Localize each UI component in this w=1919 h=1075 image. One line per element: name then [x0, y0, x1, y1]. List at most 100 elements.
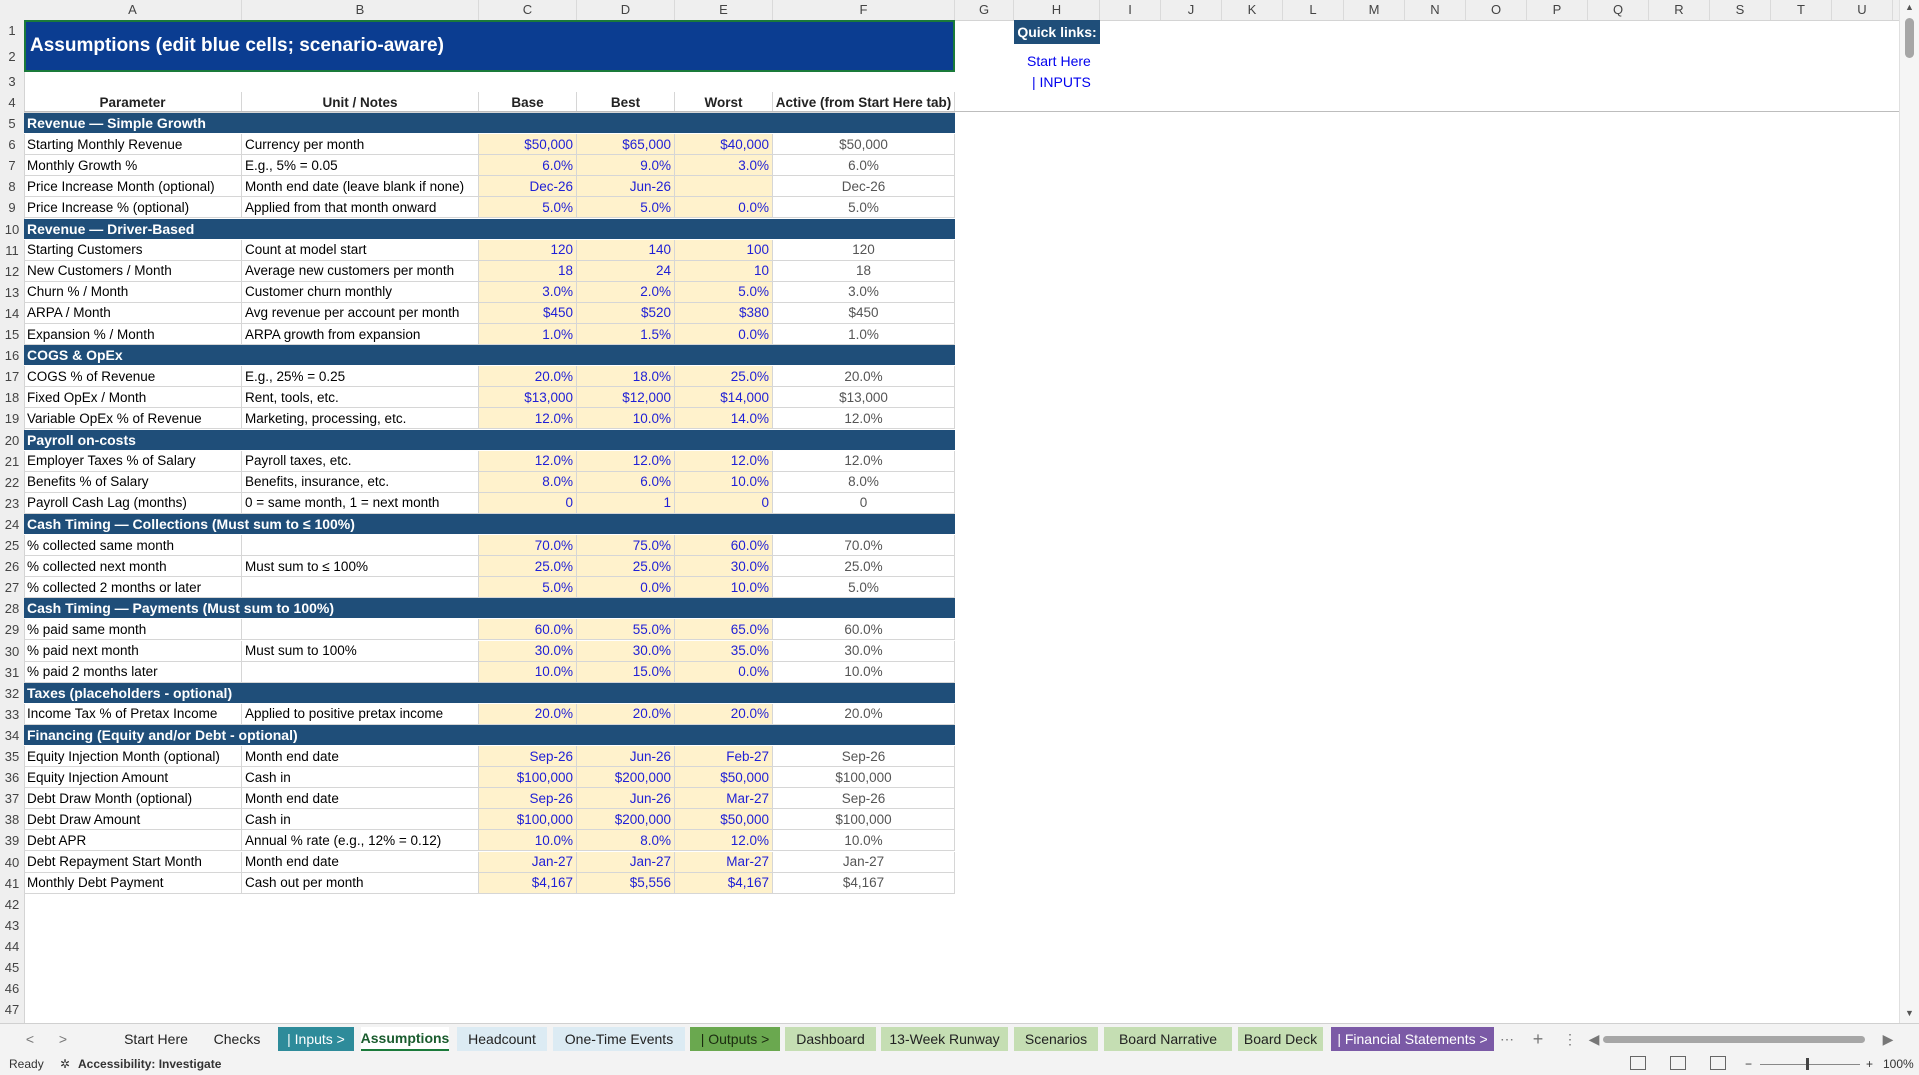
base-input-cell[interactable]: 8.0%: [479, 471, 577, 493]
unit-notes-cell[interactable]: Rent, tools, etc.: [242, 387, 479, 409]
parameter-cell[interactable]: Churn % / Month: [24, 281, 242, 303]
header-base[interactable]: Base: [479, 92, 577, 113]
active-value-cell[interactable]: $4,167: [773, 872, 955, 894]
active-value-cell[interactable]: 3.0%: [773, 281, 955, 303]
row-header[interactable]: 17: [0, 366, 24, 387]
parameter-cell[interactable]: COGS % of Revenue: [24, 366, 242, 388]
worst-input-cell[interactable]: Mar-27: [675, 788, 773, 810]
parameter-cell[interactable]: % paid 2 months later: [24, 661, 242, 683]
worst-input-cell[interactable]: $50,000: [675, 767, 773, 789]
unit-notes-cell[interactable]: Month end date (leave blank if none): [242, 176, 479, 198]
best-input-cell[interactable]: $200,000: [577, 767, 675, 789]
best-input-cell[interactable]: 25.0%: [577, 556, 675, 578]
worst-input-cell[interactable]: $40,000: [675, 134, 773, 156]
row-header[interactable]: 19: [0, 408, 24, 429]
page-break-preview-icon[interactable]: [1710, 1056, 1726, 1070]
base-input-cell[interactable]: $100,000: [479, 809, 577, 831]
base-input-cell[interactable]: 0: [479, 492, 577, 514]
worst-input-cell[interactable]: Mar-27: [675, 851, 773, 873]
best-input-cell[interactable]: Jun-26: [577, 176, 675, 198]
unit-notes-cell[interactable]: Benefits, insurance, etc.: [242, 471, 479, 493]
base-input-cell[interactable]: 20.0%: [479, 703, 577, 725]
base-input-cell[interactable]: Sep-26: [479, 788, 577, 810]
tab-financial-statements[interactable]: | Financial Statements >: [1331, 1027, 1494, 1051]
section-title[interactable]: Taxes (placeholders - optional): [24, 682, 955, 704]
row-header[interactable]: 28: [0, 598, 24, 619]
row-header[interactable]: 22: [0, 472, 24, 493]
active-value-cell[interactable]: 5.0%: [773, 197, 955, 219]
zoom-out-icon[interactable]: −: [1745, 1057, 1752, 1071]
active-value-cell[interactable]: Dec-26: [773, 176, 955, 198]
hscroll-right-icon[interactable]: ▶: [1880, 1029, 1896, 1049]
best-input-cell[interactable]: 12.0%: [577, 450, 675, 472]
zoom-slider[interactable]: [1760, 1064, 1860, 1065]
scroll-down-icon[interactable]: ▼: [1904, 1008, 1915, 1019]
active-value-cell[interactable]: Sep-26: [773, 746, 955, 768]
parameter-cell[interactable]: Variable OpEx % of Revenue: [24, 408, 242, 430]
row-header[interactable]: 29: [0, 619, 24, 640]
tab-checks[interactable]: Checks: [202, 1027, 272, 1051]
row-header[interactable]: 32: [0, 683, 24, 704]
tab-inputs[interactable]: | Inputs >: [278, 1027, 354, 1051]
best-input-cell[interactable]: 1: [577, 492, 675, 514]
best-input-cell[interactable]: 1.5%: [577, 324, 675, 346]
worst-input-cell[interactable]: 100: [675, 239, 773, 261]
cell-grid[interactable]: Parameter Unit / Notes Base Best Worst Active…: [24, 20, 1900, 1023]
header-parameter[interactable]: Parameter: [24, 92, 242, 113]
worst-input-cell[interactable]: 0.0%: [675, 197, 773, 219]
tab-13-week-runway[interactable]: 13-Week Runway: [881, 1027, 1008, 1051]
unit-notes-cell[interactable]: Month end date: [242, 851, 479, 873]
hscroll-left-icon[interactable]: ◀: [1586, 1029, 1602, 1049]
unit-notes-cell[interactable]: Avg revenue per account per month: [242, 302, 479, 324]
row-header[interactable]: 13: [0, 282, 24, 303]
row-header[interactable]: 18: [0, 387, 24, 408]
column-header-h[interactable]: H: [1014, 0, 1100, 20]
parameter-cell[interactable]: Monthly Growth %: [24, 155, 242, 177]
vertical-scroll-thumb[interactable]: [1905, 18, 1914, 58]
row-header[interactable]: 8: [0, 176, 24, 197]
active-value-cell[interactable]: 10.0%: [773, 830, 955, 852]
best-input-cell[interactable]: Jan-27: [577, 851, 675, 873]
column-header-c[interactable]: C: [479, 0, 577, 20]
row-header[interactable]: 33: [0, 704, 24, 725]
unit-notes-cell[interactable]: [242, 535, 479, 557]
row-header[interactable]: 44: [0, 936, 24, 957]
row-header[interactable]: 14: [0, 303, 24, 324]
worst-input-cell[interactable]: 20.0%: [675, 703, 773, 725]
column-header-k[interactable]: K: [1222, 0, 1283, 20]
base-input-cell[interactable]: 25.0%: [479, 556, 577, 578]
unit-notes-cell[interactable]: Marketing, processing, etc.: [242, 408, 479, 430]
tab-board-narrative[interactable]: Board Narrative: [1104, 1027, 1232, 1051]
base-input-cell[interactable]: $450: [479, 302, 577, 324]
worst-input-cell[interactable]: 3.0%: [675, 155, 773, 177]
parameter-cell[interactable]: Price Increase Month (optional): [24, 176, 242, 198]
row-header[interactable]: 38: [0, 809, 24, 830]
active-value-cell[interactable]: 5.0%: [773, 577, 955, 599]
best-input-cell[interactable]: 15.0%: [577, 661, 675, 683]
tab-scroll-right-icon[interactable]: >: [55, 1029, 71, 1049]
best-input-cell[interactable]: $5,556: [577, 872, 675, 894]
worst-input-cell[interactable]: Feb-27: [675, 746, 773, 768]
worst-input-cell[interactable]: 12.0%: [675, 830, 773, 852]
section-title[interactable]: Cash Timing — Collections (Must sum to ≤…: [24, 513, 955, 535]
column-header-b[interactable]: B: [242, 0, 479, 20]
section-title[interactable]: Financing (Equity and/or Debt - optional…: [24, 724, 955, 746]
parameter-cell[interactable]: Debt Draw Month (optional): [24, 788, 242, 810]
parameter-cell[interactable]: % paid same month: [24, 619, 242, 641]
section-title[interactable]: Payroll on-costs: [24, 429, 955, 451]
active-value-cell[interactable]: 25.0%: [773, 556, 955, 578]
base-input-cell[interactable]: Sep-26: [479, 746, 577, 768]
base-input-cell[interactable]: 12.0%: [479, 408, 577, 430]
row-header[interactable]: 36: [0, 767, 24, 788]
scroll-up-icon[interactable]: ▲: [1904, 2, 1915, 13]
best-input-cell[interactable]: 18.0%: [577, 366, 675, 388]
tab-assumptions[interactable]: Assumptions: [361, 1027, 449, 1051]
row-header[interactable]: 41: [0, 873, 24, 894]
active-value-cell[interactable]: 70.0%: [773, 535, 955, 557]
row-header[interactable]: 4: [0, 92, 24, 113]
active-value-cell[interactable]: 12.0%: [773, 450, 955, 472]
unit-notes-cell[interactable]: Applied to positive pretax income: [242, 703, 479, 725]
best-input-cell[interactable]: 24: [577, 260, 675, 282]
parameter-cell[interactable]: Expansion % / Month: [24, 324, 242, 346]
parameter-cell[interactable]: Income Tax % of Pretax Income: [24, 703, 242, 725]
